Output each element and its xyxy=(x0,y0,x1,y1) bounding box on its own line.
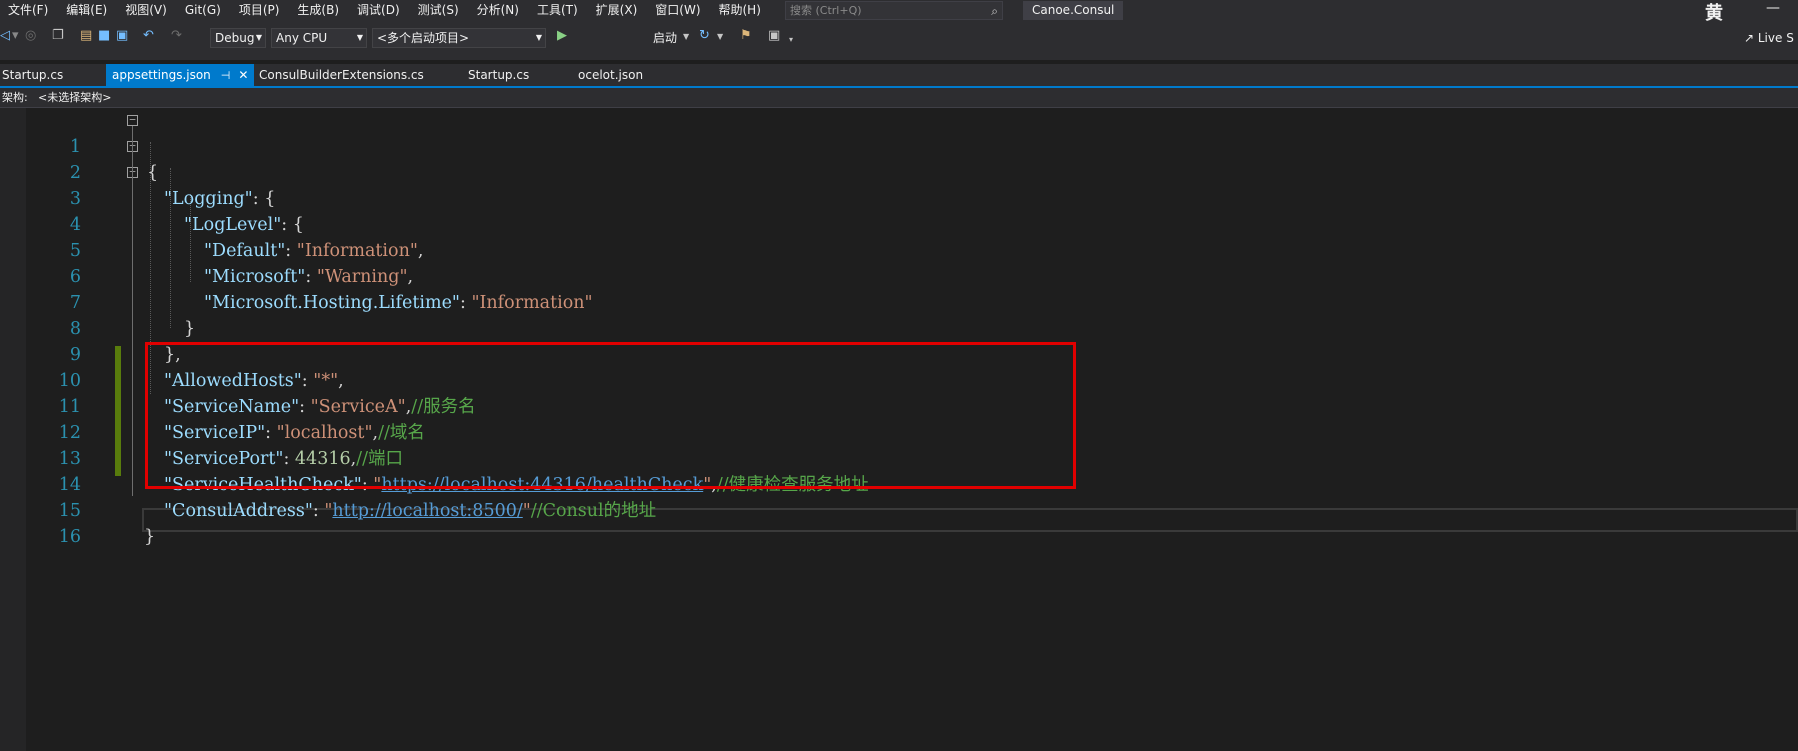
refresh-icon[interactable]: ↻ xyxy=(699,29,710,43)
menu-debug[interactable]: 调试(D) xyxy=(348,0,409,21)
play-icon[interactable]: ▶ xyxy=(557,29,567,43)
tab-label: appsettings.json xyxy=(112,68,211,82)
live-share-button[interactable]: ↗︎ Live S xyxy=(1744,28,1794,48)
menu-analyze[interactable]: 分析(N) xyxy=(468,0,528,21)
live-share-label: Live S xyxy=(1757,31,1794,45)
annotation-highlight-box xyxy=(145,342,1076,489)
pin-icon[interactable]: ⊣ xyxy=(221,69,231,82)
undo-icon[interactable]: ↶ xyxy=(143,29,154,43)
schema-nav-bar: 架构: <未选择架构> xyxy=(0,88,1798,108)
chevron-down-icon[interactable]: ▼ xyxy=(683,30,689,44)
open-folder-icon[interactable]: ▤ xyxy=(80,29,92,43)
schema-select[interactable]: <未选择架构> xyxy=(38,88,111,107)
search-placeholder: 搜索 (Ctrl+Q) xyxy=(790,4,862,17)
menu-view[interactable]: 视图(V) xyxy=(116,0,176,21)
code-line: 8 }, xyxy=(0,290,1798,365)
menu-edit[interactable]: 编辑(E) xyxy=(57,0,116,21)
startup-project-value: <多个启动项目> xyxy=(377,31,470,45)
toolbar: ◁ ▾ ◎ ❐ ▤ ■ ▣ ↶ ↷ Debug ▼ Any CPU ▼ <多个启… xyxy=(0,21,1798,60)
code-line: 2 "Logging": { xyxy=(0,134,1798,209)
back-icon[interactable]: ◁ xyxy=(0,29,10,43)
config-value: Debug xyxy=(215,31,255,45)
solution-name-badge: Canoe.Consul xyxy=(1023,1,1124,20)
menu-project[interactable]: 项目(P) xyxy=(230,0,289,21)
code-editor[interactable]: − − − 1 { 2 "Logging": { 3 "LogLevel": {… xyxy=(0,108,1798,751)
close-icon[interactable]: ✕ xyxy=(238,68,248,82)
platform-select[interactable]: Any CPU ▼ xyxy=(271,28,367,48)
menu-build[interactable]: 生成(B) xyxy=(288,0,348,21)
menu-git[interactable]: Git(G) xyxy=(176,0,230,21)
platform-value: Any CPU xyxy=(276,31,328,45)
search-input[interactable]: 搜索 (Ctrl+Q) ⌕ xyxy=(785,1,1003,20)
tab-startup-cs[interactable]: Startup.cs xyxy=(2,64,63,86)
chevron-down-icon: ▼ xyxy=(535,33,542,42)
save-icon[interactable]: ■ xyxy=(98,29,110,43)
schema-label: 架构: xyxy=(2,91,28,104)
code-line: 4 "Default": "Information", xyxy=(0,186,1798,261)
minimize-button[interactable]: — xyxy=(1766,0,1780,17)
tab-startup-cs-2[interactable]: Startup.cs xyxy=(468,64,529,86)
line-number: 16 xyxy=(58,527,81,547)
code-line: 3 "LogLevel": { xyxy=(0,160,1798,235)
browser-link-icon[interactable]: ⚑ xyxy=(740,29,752,43)
code-line: 6 "Microsoft.Hosting.Lifetime": "Informa… xyxy=(0,238,1798,313)
code-line: 7 } xyxy=(0,264,1798,339)
menu-help[interactable]: 帮助(H) xyxy=(710,0,770,21)
save-all-icon[interactable]: ▣ xyxy=(116,29,128,43)
chevron-down-icon: ▼ xyxy=(255,33,262,42)
dropdown-arrow-icon[interactable]: ▾ xyxy=(12,29,19,43)
menu-tools[interactable]: 工具(T) xyxy=(528,0,587,21)
menu-test[interactable]: 测试(S) xyxy=(409,0,468,21)
search-icon[interactable]: ⌕ xyxy=(991,3,998,20)
redo-icon[interactable]: ↷ xyxy=(171,29,182,43)
startup-project-select[interactable]: <多个启动项目> ▼ xyxy=(372,28,546,48)
chevron-down-icon: ▼ xyxy=(356,33,363,42)
screenshot-icon[interactable]: ▣ xyxy=(768,29,780,43)
document-tabs: Startup.cs appsettings.json ⊣ ✕ ConsulBuil… xyxy=(0,64,1798,88)
menu-window[interactable]: 窗口(W) xyxy=(646,0,709,21)
start-button[interactable]: 启动 xyxy=(653,28,677,48)
chevron-down-icon[interactable]: ▼ xyxy=(717,30,723,44)
code-line: 5 "Microsoft": "Warning", xyxy=(0,212,1798,287)
code-line: 1 { xyxy=(0,108,1798,183)
menu-extensions[interactable]: 扩展(X) xyxy=(587,0,647,21)
tab-ocelot-json[interactable]: ocelot.json xyxy=(578,64,643,86)
forward-icon[interactable]: ◎ xyxy=(25,29,36,43)
config-select[interactable]: Debug ▼ xyxy=(210,28,266,48)
tab-consul-builder-extensions[interactable]: ConsulBuilderExtensions.cs xyxy=(259,64,424,86)
code-line: 9 "AllowedHosts": "*", xyxy=(0,316,1798,391)
menu-file[interactable]: 文件(F) xyxy=(0,0,57,21)
brace: } xyxy=(144,527,156,547)
code-line: 16 xyxy=(0,498,1798,547)
toolbar-overflow-icon[interactable]: ▾ xyxy=(789,33,793,47)
tab-appsettings-json[interactable]: appsettings.json ⊣ ✕ xyxy=(106,64,255,86)
new-project-icon[interactable]: ❐ xyxy=(52,29,64,43)
